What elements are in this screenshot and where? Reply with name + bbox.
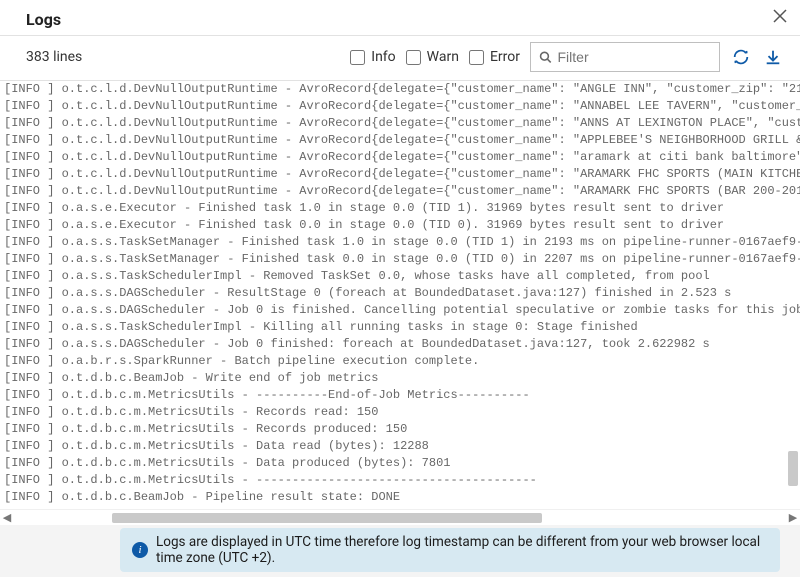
horizontal-scrollbar-thumb[interactable] [112,513,542,523]
log-line: [INFO ] o.a.s.s.TaskSetManager - Finishe… [4,251,800,268]
info-checkbox-input[interactable] [350,50,365,65]
log-viewport[interactable]: [INFO ] o.t.c.l.d.DevNullOutputRuntime -… [0,81,800,509]
log-line: [INFO ] o.t.d.b.c.m.MetricsUtils - Recor… [4,421,800,438]
filter-warn-checkbox[interactable]: Warn [406,49,459,65]
warn-checkbox-input[interactable] [406,50,421,65]
log-line: [INFO ] o.a.s.e.Executor - Finished task… [4,200,800,217]
scroll-right-arrow[interactable]: ▶ [786,511,800,525]
vertical-scrollbar-thumb[interactable] [788,451,798,486]
info-banner-text: Logs are displayed in UTC time therefore… [156,534,768,566]
line-count-label: 383 lines [26,49,340,65]
log-line: [INFO ] o.a.s.s.TaskSchedulerImpl - Remo… [4,268,800,285]
log-line: [INFO ] o.t.c.l.d.DevNullOutputRuntime -… [4,115,800,132]
log-line: [INFO ] o.t.c.l.d.DevNullOutputRuntime -… [4,149,800,166]
dialog-title: Logs [26,10,61,29]
close-icon [773,9,787,23]
log-line: [INFO ] o.t.d.b.c.m.MetricsUtils - -----… [4,387,800,404]
toolbar: 383 lines Info Warn Error [0,35,800,81]
refresh-button[interactable] [730,46,752,68]
log-line: [INFO ] o.t.c.l.d.DevNullOutputRuntime -… [4,98,800,115]
log-line: [INFO ] o.a.s.s.DAGScheduler - Job 0 fin… [4,336,800,353]
log-line: [INFO ] o.a.s.e.Executor - Finished task… [4,217,800,234]
info-checkbox-label: Info [371,49,395,65]
info-banner: i Logs are displayed in UTC time therefo… [120,528,780,572]
log-line: [INFO ] o.a.s.s.TaskSchedulerImpl - Kill… [4,319,800,336]
error-checkbox-label: Error [490,49,520,65]
error-checkbox-input[interactable] [469,50,484,65]
log-line: [INFO ] o.t.d.b.c.BeamJob - Write end of… [4,370,800,387]
search-icon [539,50,552,64]
dialog-header: Logs [0,0,800,35]
log-line: [INFO ] o.t.c.l.d.DevNullOutputRuntime -… [4,132,800,149]
close-button[interactable] [770,6,790,26]
filter-error-checkbox[interactable]: Error [469,49,520,65]
scrollbar-track[interactable] [14,512,786,524]
log-line: [INFO ] o.t.d.b.c.m.MetricsUtils - -----… [4,472,800,489]
log-line: [INFO ] o.a.s.s.TaskSetManager - Finishe… [4,234,800,251]
log-line: [INFO ] o.t.d.b.c.BeamJob - Pipeline res… [4,489,800,506]
download-button[interactable] [762,46,784,68]
filter-input-container[interactable] [530,42,720,72]
log-line: [INFO ] o.t.d.b.c.m.MetricsUtils - Recor… [4,404,800,421]
scroll-left-arrow[interactable]: ◀ [0,511,14,525]
log-line: [INFO ] o.a.s.s.DAGScheduler - Job 0 is … [4,302,800,319]
filter-info-checkbox[interactable]: Info [350,49,395,65]
log-line: [INFO ] o.a.b.r.s.SparkRunner - Batch pi… [4,353,800,370]
footer: i Logs are displayed in UTC time therefo… [0,525,800,577]
log-lines-container: [INFO ] o.t.c.l.d.DevNullOutputRuntime -… [0,81,800,506]
horizontal-scrollbar[interactable]: ◀ ▶ [0,509,800,525]
log-line: [INFO ] o.a.s.s.DAGScheduler - ResultSta… [4,285,800,302]
refresh-icon [732,48,750,66]
log-line: [INFO ] o.t.d.b.c.m.MetricsUtils - Data … [4,438,800,455]
download-icon [764,48,782,66]
log-line: [INFO ] o.t.c.l.d.DevNullOutputRuntime -… [4,166,800,183]
info-icon: i [132,542,148,558]
log-line: [INFO ] o.t.d.b.c.m.MetricsUtils - Data … [4,455,800,472]
warn-checkbox-label: Warn [427,49,459,65]
log-line: [INFO ] o.t.c.l.d.DevNullOutputRuntime -… [4,183,800,200]
filter-input[interactable] [558,49,712,65]
log-line: [INFO ] o.t.c.l.d.DevNullOutputRuntime -… [4,81,800,98]
